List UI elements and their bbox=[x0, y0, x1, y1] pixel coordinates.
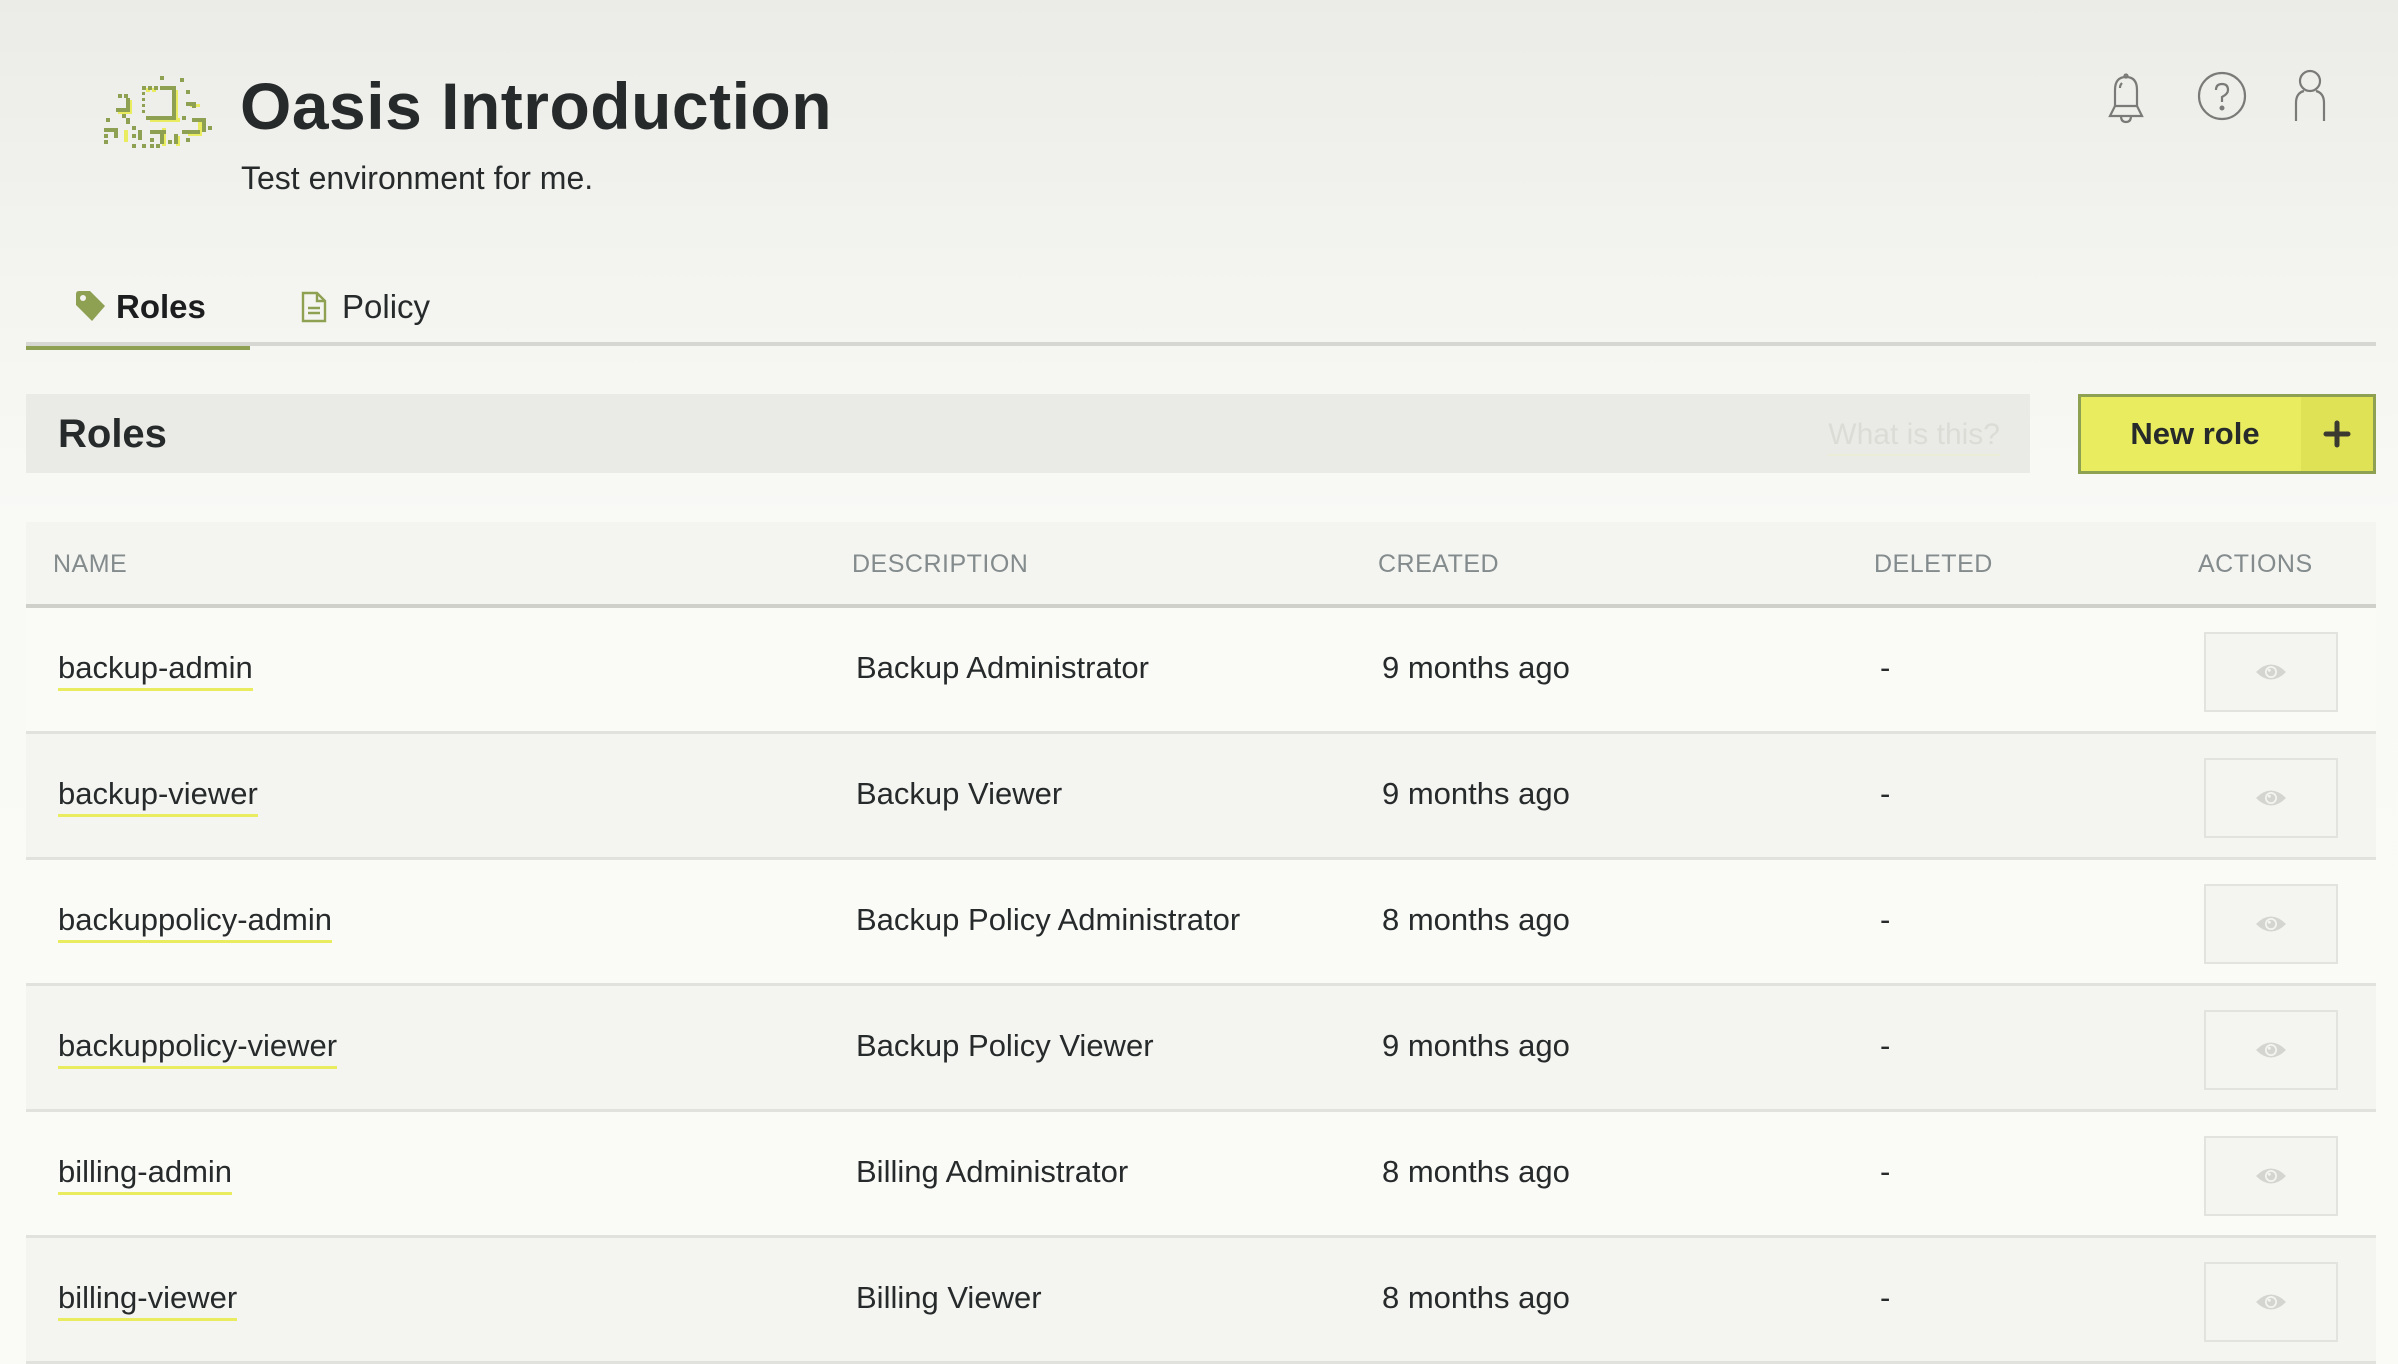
bell-icon[interactable] bbox=[2098, 68, 2154, 124]
role-created: 9 months ago bbox=[1382, 1028, 1570, 1063]
column-header-actions: ACTIONS bbox=[2198, 550, 2313, 578]
role-created: 8 months ago bbox=[1382, 1280, 1570, 1315]
table-row: backup-admin Backup Administrator 9 mont… bbox=[26, 608, 2376, 734]
eye-icon bbox=[2255, 661, 2287, 683]
role-name-link[interactable]: backup-admin bbox=[58, 650, 253, 691]
new-role-label: New role bbox=[2130, 416, 2260, 451]
role-name-link[interactable]: billing-viewer bbox=[58, 1280, 238, 1321]
document-icon bbox=[300, 290, 332, 324]
table-row: billing-viewer Billing Viewer 8 months a… bbox=[26, 1238, 2376, 1364]
tab-bar: Roles Policy bbox=[26, 268, 2376, 350]
role-name-link[interactable]: billing-admin bbox=[58, 1154, 233, 1195]
tab-roles[interactable]: Roles bbox=[26, 268, 250, 350]
eye-icon bbox=[2255, 1165, 2287, 1187]
tab-policy[interactable]: Policy bbox=[300, 268, 430, 346]
role-deleted: - bbox=[1880, 1280, 1891, 1315]
role-description: Backup Policy Administrator bbox=[856, 902, 1241, 937]
role-deleted: - bbox=[1880, 1154, 1891, 1189]
column-header-deleted: DELETED bbox=[1874, 550, 1993, 578]
role-created: 8 months ago bbox=[1382, 902, 1570, 937]
tag-icon bbox=[74, 290, 106, 324]
top-icon-bar bbox=[2098, 68, 2398, 128]
role-created: 8 months ago bbox=[1382, 1154, 1570, 1189]
plus-icon bbox=[2301, 397, 2373, 471]
roles-table: NAME DESCRIPTION CREATED DELETED ACTIONS… bbox=[26, 522, 2376, 1364]
table-row: backuppolicy-viewer Backup Policy Viewer… bbox=[26, 986, 2376, 1112]
section-title: Roles bbox=[58, 412, 167, 456]
view-button[interactable] bbox=[2204, 1136, 2338, 1216]
tab-policy-label: Policy bbox=[342, 288, 431, 325]
role-name-link[interactable]: backuppolicy-viewer bbox=[58, 1028, 338, 1069]
view-button[interactable] bbox=[2204, 1262, 2338, 1342]
view-button[interactable] bbox=[2204, 632, 2338, 712]
role-deleted: - bbox=[1880, 902, 1891, 937]
role-description: Backup Administrator bbox=[856, 650, 1149, 685]
column-header-created: CREATED bbox=[1378, 550, 1500, 578]
tab-roles-label: Roles bbox=[116, 288, 206, 325]
page-subtitle: Test environment for me. bbox=[241, 160, 594, 196]
table-header: NAME DESCRIPTION CREATED DELETED ACTIONS bbox=[26, 522, 2376, 608]
role-deleted: - bbox=[1880, 1028, 1891, 1063]
column-header-name: NAME bbox=[53, 550, 128, 578]
role-deleted: - bbox=[1880, 776, 1891, 811]
eye-icon bbox=[2255, 787, 2287, 809]
new-role-button[interactable]: New role bbox=[2078, 394, 2376, 474]
user-icon[interactable] bbox=[2282, 68, 2338, 124]
table-row: billing-admin Billing Administrator 8 mo… bbox=[26, 1112, 2376, 1238]
role-deleted: - bbox=[1880, 650, 1891, 685]
page-title: Oasis Introduction bbox=[240, 69, 833, 143]
what-is-this-link[interactable]: What is this? bbox=[1828, 418, 2000, 456]
view-button[interactable] bbox=[2204, 884, 2338, 964]
logo-icon bbox=[102, 74, 220, 148]
table-row: backup-viewer Backup Viewer 9 months ago… bbox=[26, 734, 2376, 860]
eye-icon bbox=[2255, 1039, 2287, 1061]
role-description: Billing Administrator bbox=[856, 1154, 1129, 1189]
role-description: Backup Viewer bbox=[856, 776, 1063, 811]
page-header: Oasis Introduction Test environment for … bbox=[0, 0, 2398, 230]
column-header-description: DESCRIPTION bbox=[852, 550, 1029, 578]
view-button[interactable] bbox=[2204, 758, 2338, 838]
role-name-link[interactable]: backup-viewer bbox=[58, 776, 258, 817]
role-name-link[interactable]: backuppolicy-admin bbox=[58, 902, 332, 943]
help-icon[interactable] bbox=[2194, 68, 2250, 124]
eye-icon bbox=[2255, 1291, 2287, 1313]
role-description: Backup Policy Viewer bbox=[856, 1028, 1154, 1063]
view-button[interactable] bbox=[2204, 1010, 2338, 1090]
eye-icon bbox=[2255, 913, 2287, 935]
role-description: Billing Viewer bbox=[856, 1280, 1042, 1315]
role-created: 9 months ago bbox=[1382, 650, 1570, 685]
section-header: Roles What is this? bbox=[26, 394, 2030, 473]
role-created: 9 months ago bbox=[1382, 776, 1570, 811]
table-row: backuppolicy-admin Backup Policy Adminis… bbox=[26, 860, 2376, 986]
